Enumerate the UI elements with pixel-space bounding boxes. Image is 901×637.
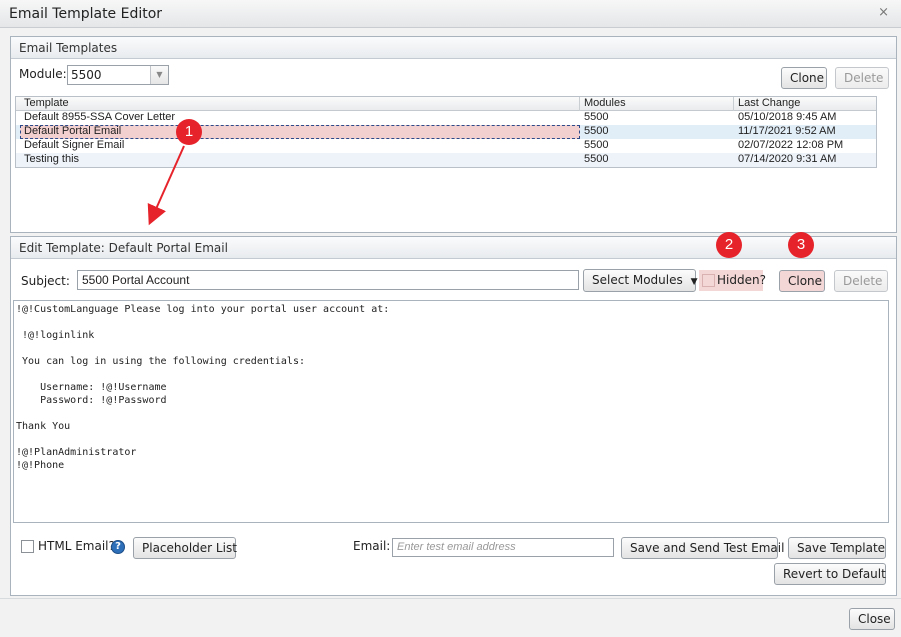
annotation-badge-2: 2 xyxy=(716,232,742,258)
annotation-badge-1: 1 xyxy=(176,119,202,145)
annotation-badge-3: 3 xyxy=(788,232,814,258)
annotation-arrow xyxy=(147,145,185,226)
email-template-editor-window: Email Template Editor × Email Templates … xyxy=(0,0,901,637)
annotation-overlay xyxy=(147,145,185,226)
